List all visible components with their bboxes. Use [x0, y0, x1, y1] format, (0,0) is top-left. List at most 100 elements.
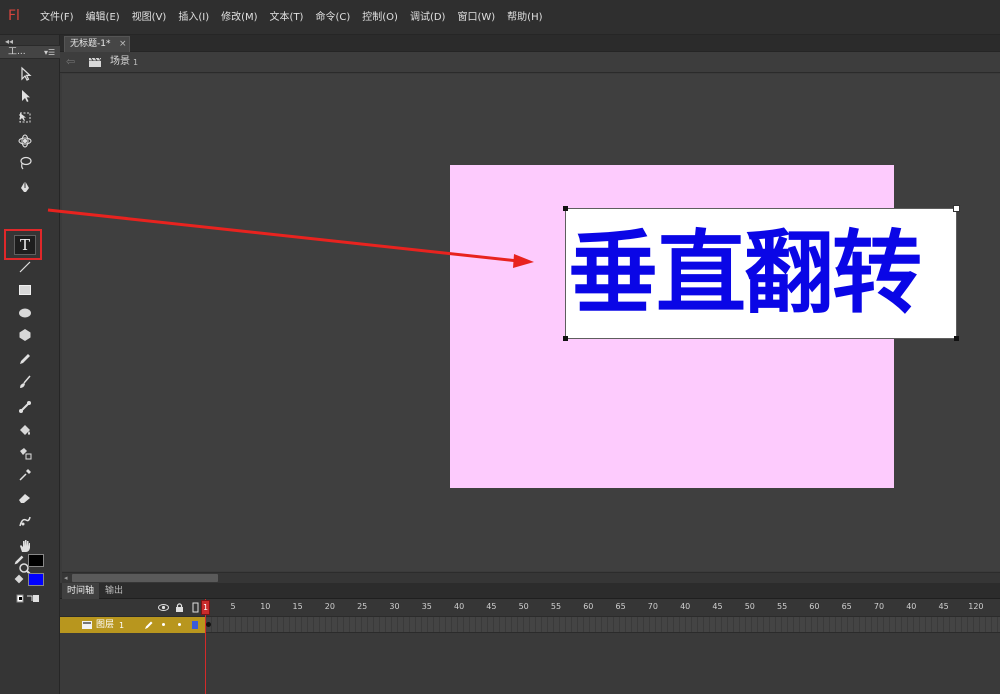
layer-name[interactable]: 图层	[96, 617, 114, 633]
ruler-tick: 45	[712, 602, 723, 611]
ruler-tick: 15	[292, 602, 303, 611]
horizontal-scrollbar[interactable]: ◂	[62, 572, 1000, 583]
close-icon[interactable]: ×	[119, 37, 127, 52]
menu-item-10[interactable]: 帮助(H)	[507, 10, 542, 26]
pen-tool[interactable]	[14, 177, 36, 197]
ruler-tick: 5	[230, 602, 236, 611]
scroll-thumb[interactable]	[72, 574, 218, 582]
pen-icon	[21, 181, 29, 192]
menu-item-9[interactable]: 窗口(W)	[457, 10, 495, 26]
handle-bottom-right[interactable]	[954, 336, 959, 341]
outline-icon[interactable]	[190, 602, 201, 613]
fill-color-control[interactable]	[12, 572, 48, 588]
bone-tool[interactable]	[14, 397, 36, 417]
timeline-tab-bar: 时间轴 输出	[60, 583, 1000, 599]
ink-bottle-icon	[20, 448, 32, 460]
deco-tool[interactable]	[14, 511, 36, 531]
keyframe[interactable]	[206, 622, 211, 627]
ruler-tick: 55	[550, 602, 562, 611]
menu-item-2[interactable]: 视图(V)	[132, 10, 167, 26]
ruler-tick: 65	[615, 602, 626, 611]
color-options[interactable]	[12, 592, 48, 608]
eyedropper-tool[interactable]	[14, 465, 36, 485]
rectangle-icon	[19, 285, 31, 295]
lock-dot[interactable]	[178, 623, 181, 626]
free-transform-tool[interactable]	[14, 108, 36, 128]
swap-colors-icon	[16, 594, 39, 603]
polystar-icon	[19, 329, 31, 341]
lasso-icon	[20, 156, 32, 170]
menu-item-8[interactable]: 调试(D)	[410, 10, 446, 26]
ink-bottle-tool[interactable]	[14, 443, 36, 463]
lock-icon[interactable]	[174, 602, 185, 613]
oval-icon	[19, 308, 31, 318]
brush-tool[interactable]	[14, 372, 36, 392]
stage-text[interactable]: 垂直翻转	[568, 215, 956, 333]
playhead-frame: 1	[202, 603, 209, 612]
stage-workspace[interactable]: 垂直翻转	[62, 74, 1000, 571]
rectangle-tool[interactable]	[14, 280, 36, 300]
subselection-tool[interactable]	[14, 86, 36, 106]
brush-icon	[20, 375, 31, 388]
eye-icon[interactable]	[158, 602, 169, 613]
fill-color-swatch[interactable]	[28, 573, 44, 586]
scroll-left-icon[interactable]: ◂	[64, 574, 68, 582]
tools-panel: ◂◂ 工... ▾☰ T	[0, 35, 60, 694]
pencil-icon	[20, 354, 30, 364]
hand-icon	[20, 540, 30, 552]
eraser-tool[interactable]	[14, 488, 36, 508]
playhead[interactable]: 1	[201, 600, 210, 615]
scene-label[interactable]: 场景	[110, 55, 130, 69]
edit-bar: ⇦ 场景 1	[60, 52, 1000, 73]
bone-icon	[19, 401, 31, 413]
stroke-color-swatch[interactable]	[28, 554, 44, 567]
app-logo: Fl	[8, 8, 20, 24]
panel-menu-icon[interactable]: ▾☰	[44, 46, 55, 59]
3d-rotation-icon	[18, 134, 32, 148]
layer-row[interactable]: 图层 1	[60, 617, 206, 633]
back-arrow-icon[interactable]: ⇦	[66, 55, 75, 68]
menu-item-1[interactable]: 编辑(E)	[86, 10, 120, 26]
document-tab[interactable]: 无标题-1* ×	[64, 36, 130, 52]
handle-bottom-left[interactable]	[563, 336, 568, 341]
layer-number: 1	[119, 621, 125, 630]
paint-bucket-tool[interactable]	[14, 420, 36, 440]
polystar-tool[interactable]	[14, 325, 36, 345]
3d-rotation-tool[interactable]	[14, 131, 36, 151]
selection-tool[interactable]	[14, 64, 36, 84]
menu-item-0[interactable]: 文件(F)	[40, 10, 74, 26]
ruler-tick: 25	[357, 602, 368, 611]
frames-row[interactable]	[206, 617, 1000, 633]
line-icon	[19, 261, 31, 273]
frame-ruler[interactable]: 1510152025303540455055606570404550556065…	[203, 599, 1000, 617]
ruler-tick: 70	[647, 602, 658, 611]
handle-top-right[interactable]	[953, 205, 960, 212]
text-field[interactable]: 垂直翻转	[565, 208, 957, 339]
menu-item-5[interactable]: 文本(T)	[270, 10, 304, 26]
ruler-tick: 50	[518, 602, 529, 611]
lasso-tool[interactable]	[14, 153, 36, 173]
timeline-panel: 1510152025303540455055606570404550556065…	[60, 599, 1000, 694]
menu-item-7[interactable]: 控制(O)	[362, 10, 398, 26]
visibility-dot[interactable]	[162, 623, 165, 626]
ruler-tick: 65	[841, 602, 852, 611]
menu-item-4[interactable]: 修改(M)	[221, 10, 257, 26]
scene-clapper-icon	[89, 57, 102, 67]
text-tool-icon: T	[19, 236, 30, 254]
handle-top-left[interactable]	[563, 206, 568, 211]
menu-item-6[interactable]: 命令(C)	[315, 10, 350, 26]
ruler-tick: 45	[938, 602, 949, 611]
ruler-tick: 20	[324, 602, 335, 611]
stroke-color-control[interactable]	[12, 553, 48, 569]
oval-tool[interactable]	[14, 303, 36, 323]
text-tool[interactable]: T	[14, 235, 36, 255]
tab-output[interactable]: 输出	[100, 583, 128, 599]
pencil-tool[interactable]	[14, 349, 36, 369]
ruler-tick: 45	[486, 602, 497, 611]
document-tab-title: 无标题-1*	[70, 39, 111, 49]
tab-timeline[interactable]: 时间轴	[62, 583, 100, 599]
line-tool[interactable]	[14, 257, 36, 277]
fill-bucket-icon	[14, 574, 24, 584]
menu-item-3[interactable]: 插入(I)	[178, 10, 209, 26]
layer-color-swatch[interactable]	[192, 621, 198, 629]
